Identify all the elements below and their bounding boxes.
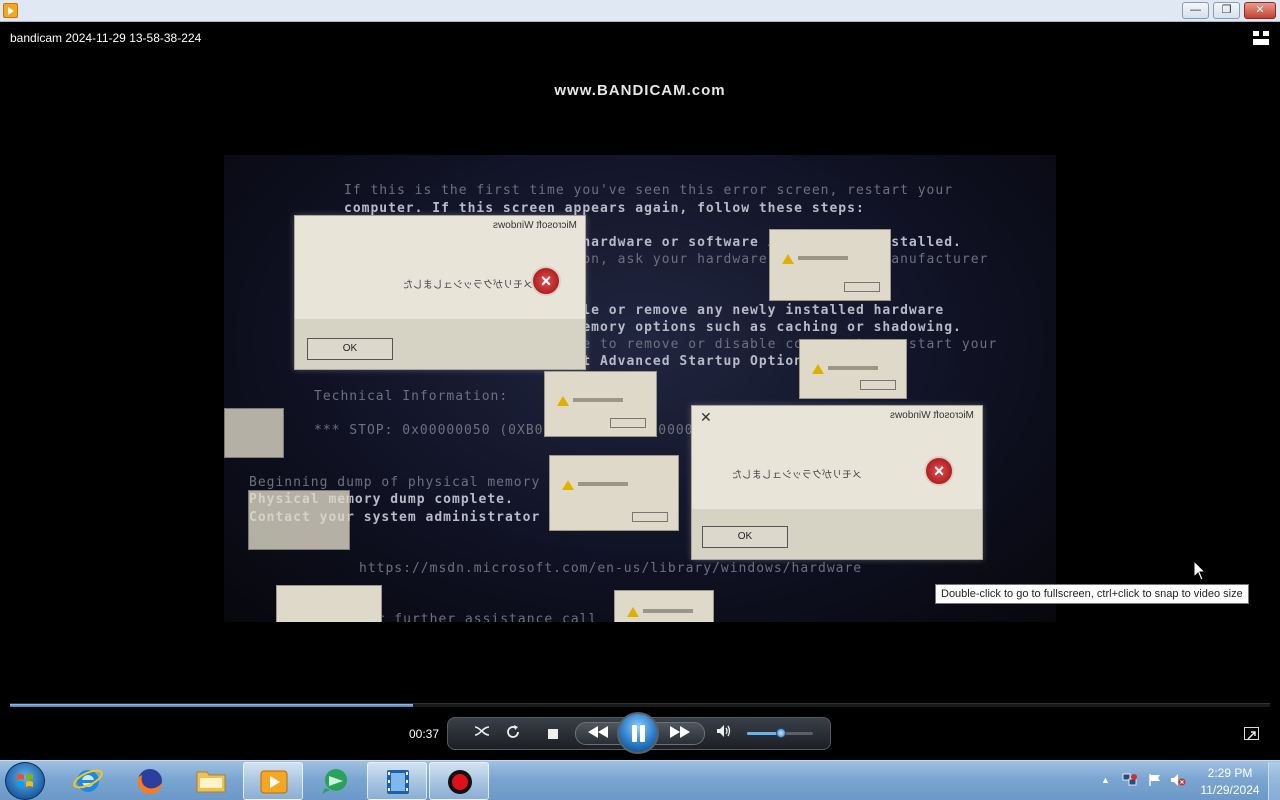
media-player-icon xyxy=(260,770,288,794)
taskbar-media-player[interactable] xyxy=(243,762,303,800)
dialog-message: メモリがクラッシュしました xyxy=(732,470,862,481)
chat-bubble-icon xyxy=(322,769,347,794)
dialog-ok-button: OK xyxy=(307,338,393,360)
warning-popup xyxy=(544,371,657,437)
taskbar-file-explorer[interactable] xyxy=(181,762,241,800)
shuffle-icon xyxy=(474,726,490,736)
stop-icon xyxy=(548,729,558,739)
close-button[interactable]: ✕ xyxy=(1244,2,1276,19)
clock-time[interactable]: 2:29 PM xyxy=(1200,766,1260,780)
bandicam-watermark: www.BANDICAM.com xyxy=(554,82,726,99)
warning-popup xyxy=(614,590,714,622)
bsod-text-line: Beginning dump of physical memory xyxy=(249,475,541,490)
player-app-icon[interactable] xyxy=(3,3,18,18)
seek-progress xyxy=(10,704,414,707)
pause-button[interactable] xyxy=(617,712,659,754)
stop-button[interactable] xyxy=(542,724,564,744)
taskbar-firefox[interactable] xyxy=(120,762,180,800)
show-hidden-icons-button[interactable]: ▲ xyxy=(1101,775,1110,785)
warning-popup xyxy=(799,339,907,399)
warning-popup xyxy=(224,408,284,458)
film-strip-icon xyxy=(387,770,409,794)
taskbar-chat-app[interactable] xyxy=(305,762,365,800)
previous-button[interactable] xyxy=(586,724,610,744)
warning-icon xyxy=(782,254,794,264)
bsod-text-line: Technical Information: xyxy=(314,389,509,404)
clock-date[interactable]: 11/29/2024 xyxy=(1196,783,1264,797)
restore-button[interactable]: ❐ xyxy=(1213,2,1240,19)
taskbar-internet-explorer[interactable] xyxy=(58,762,118,800)
switch-layout-icon[interactable] xyxy=(1252,30,1270,46)
dialog-ok-button: OK xyxy=(702,526,788,548)
show-desktop-button[interactable] xyxy=(1268,762,1280,800)
warning-icon xyxy=(812,364,824,374)
warning-popup xyxy=(248,490,350,550)
video-file-title: bandicam 2024-11-29 13-58-38-224 xyxy=(10,31,202,45)
speaker-icon xyxy=(717,725,731,737)
bsod-text-line: for further assistance call xyxy=(359,612,598,622)
taskbar-bandicam[interactable] xyxy=(429,762,489,800)
taskbar-video-editor[interactable] xyxy=(367,762,427,800)
dialog-title: Microsoft Windows xyxy=(890,410,974,421)
network-icon[interactable] xyxy=(1122,773,1138,787)
record-icon xyxy=(448,770,472,794)
volume-muted-icon[interactable] xyxy=(1170,773,1186,787)
repeat-button[interactable] xyxy=(502,724,524,744)
mouse-cursor-icon xyxy=(1193,560,1207,581)
shuffle-button[interactable] xyxy=(471,724,493,744)
fast-forward-icon xyxy=(670,726,690,738)
internet-explorer-icon xyxy=(73,769,103,792)
fullscreen-icon xyxy=(1247,731,1256,740)
dialog-title: Microsoft Windows xyxy=(493,220,577,231)
mute-button[interactable] xyxy=(713,724,735,744)
dialog-message: メモリがクラッシュしました xyxy=(403,280,533,291)
warning-icon xyxy=(627,607,639,617)
bsod-text-line: If this is the first time you've seen th… xyxy=(344,183,954,198)
seek-bar[interactable] xyxy=(10,703,1270,707)
warning-popup xyxy=(549,455,679,531)
rewind-icon xyxy=(588,726,608,738)
windows-logo-icon xyxy=(17,774,33,787)
elapsed-time: 00:37 xyxy=(409,727,440,741)
action-center-flag-icon[interactable] xyxy=(1147,773,1163,787)
next-button[interactable] xyxy=(668,724,692,744)
warning-popup xyxy=(769,229,891,301)
player-tooltip: Double-click to go to fullscreen, ctrl+c… xyxy=(935,584,1249,604)
warning-icon xyxy=(557,396,569,406)
bsod-text-line: computer. If this screen appears again, … xyxy=(344,201,865,216)
title-bar[interactable]: — ❐ ✕ xyxy=(0,0,1280,22)
error-icon: × xyxy=(531,266,561,296)
error-icon: × xyxy=(924,456,954,486)
bsod-text-line: https://msdn.microsoft.com/en-us/library… xyxy=(359,561,863,576)
pause-icon xyxy=(632,725,637,742)
dialog-close-icon: ✕ xyxy=(700,409,712,425)
warning-icon xyxy=(562,480,574,490)
media-player-window: — ❐ ✕ bandicam 2024-11-29 13-58-38-224 w… xyxy=(0,0,1280,800)
error-dialog: ✕ Microsoft Windows メモリがクラッシュしました × OK xyxy=(691,405,983,560)
minimize-button[interactable]: — xyxy=(1182,2,1209,19)
error-dialog: Microsoft Windows メモリがクラッシュしました × OK xyxy=(294,215,586,370)
video-frame[interactable]: If this is the first time you've seen th… xyxy=(224,155,1056,622)
folder-icon xyxy=(196,771,226,793)
firefox-icon xyxy=(137,769,162,795)
fullscreen-button[interactable] xyxy=(1244,727,1259,740)
repeat-icon xyxy=(507,725,519,738)
warning-popup xyxy=(276,585,382,622)
